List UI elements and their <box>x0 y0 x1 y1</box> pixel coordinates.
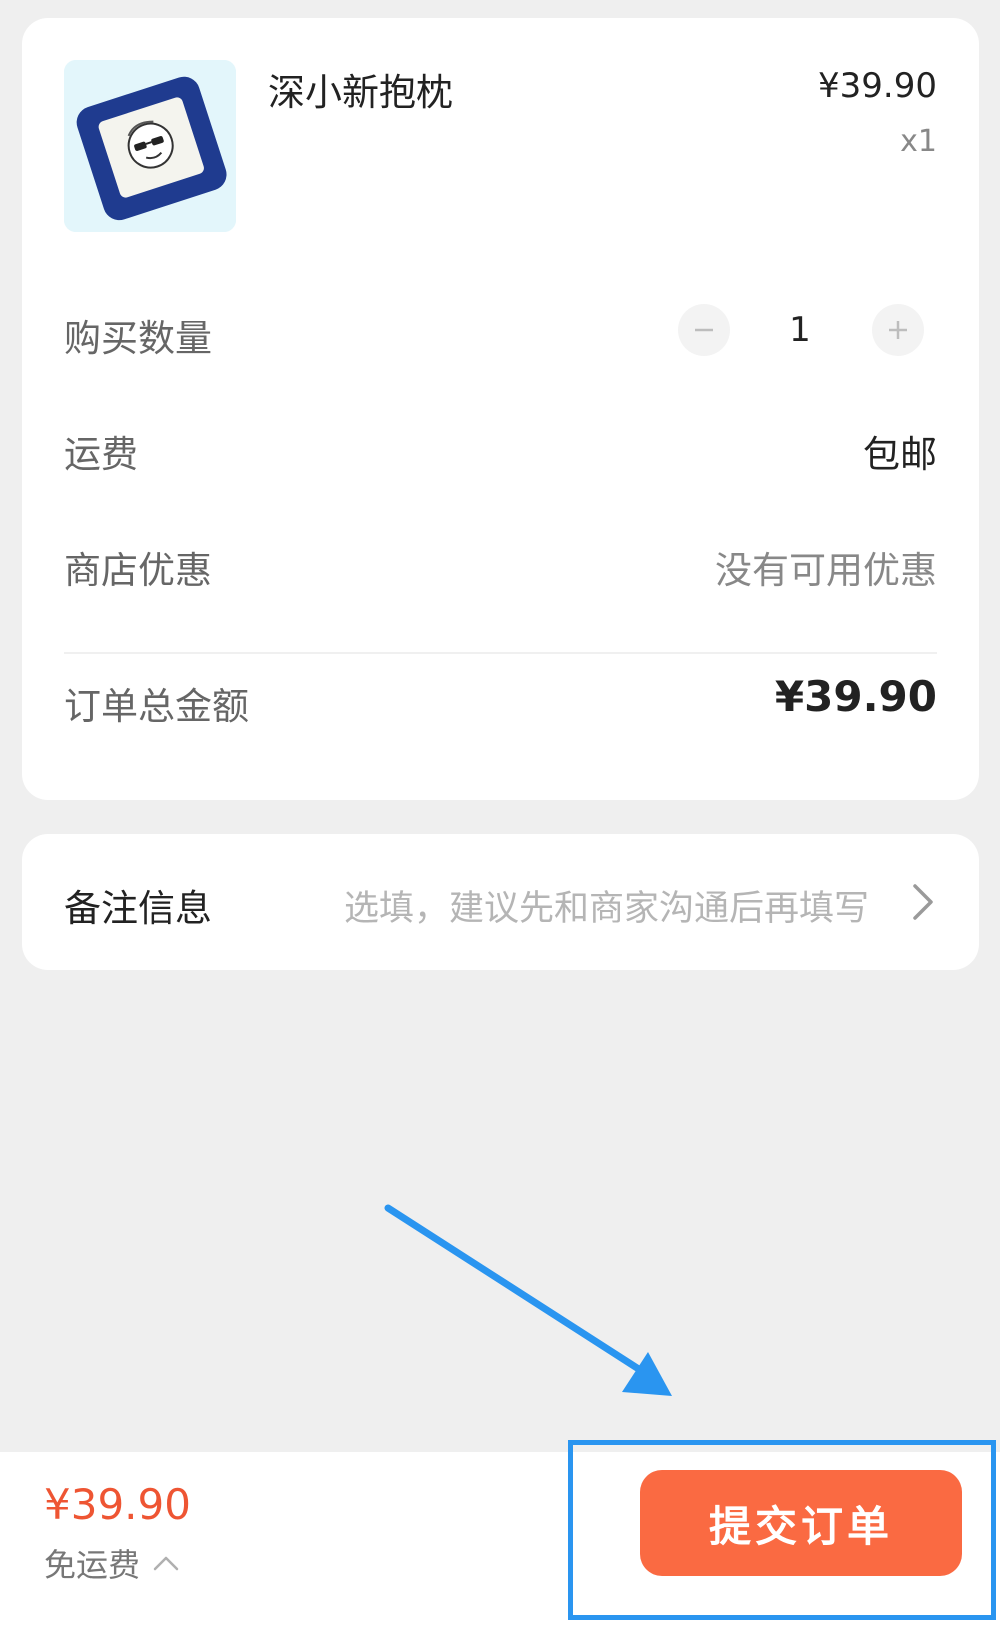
shipping-value: 包邮 <box>863 433 937 476</box>
chevron-up-icon <box>153 1556 179 1571</box>
chevron-right-icon <box>913 884 933 920</box>
remark-label: 备注信息 <box>64 887 212 930</box>
highlight-box <box>568 1440 996 1620</box>
remark-input[interactable]: 选填，建议先和商家沟通后再填写 <box>344 880 869 931</box>
plus-icon <box>889 321 907 339</box>
remark-row[interactable]: 备注信息 选填，建议先和商家沟通后再填写 <box>22 834 979 970</box>
product-name[interactable]: 深小新抱枕 <box>268 62 453 116</box>
order-total-label: 订单总金额 <box>64 685 249 728</box>
store-discount-value[interactable]: 没有可用优惠 <box>715 540 937 594</box>
store-discount-label: 商店优惠 <box>64 549 212 592</box>
product-image[interactable] <box>64 60 236 232</box>
quantity-label: 购买数量 <box>64 317 212 360</box>
divider <box>64 652 937 654</box>
checkout-price: ¥39.90 <box>44 1480 191 1529</box>
order-card: 深小新抱枕 ¥39.90 x1 购买数量 1 运费 包邮 商店优惠 没有可用优惠… <box>22 18 979 800</box>
decrement-button[interactable] <box>678 304 730 356</box>
pillow-image-icon <box>64 60 236 232</box>
minus-icon <box>695 328 713 332</box>
quantity-value[interactable]: 1 <box>770 310 830 350</box>
increment-button[interactable] <box>872 304 924 356</box>
product-price: ¥39.90 <box>818 66 937 106</box>
shipping-summary[interactable]: 免运费 <box>44 1540 180 1586</box>
shipping-summary-label: 免运费 <box>44 1546 141 1584</box>
order-total-value: ¥39.90 <box>774 672 937 721</box>
product-quantity: x1 <box>900 124 937 159</box>
shipping-label: 运费 <box>64 433 138 476</box>
